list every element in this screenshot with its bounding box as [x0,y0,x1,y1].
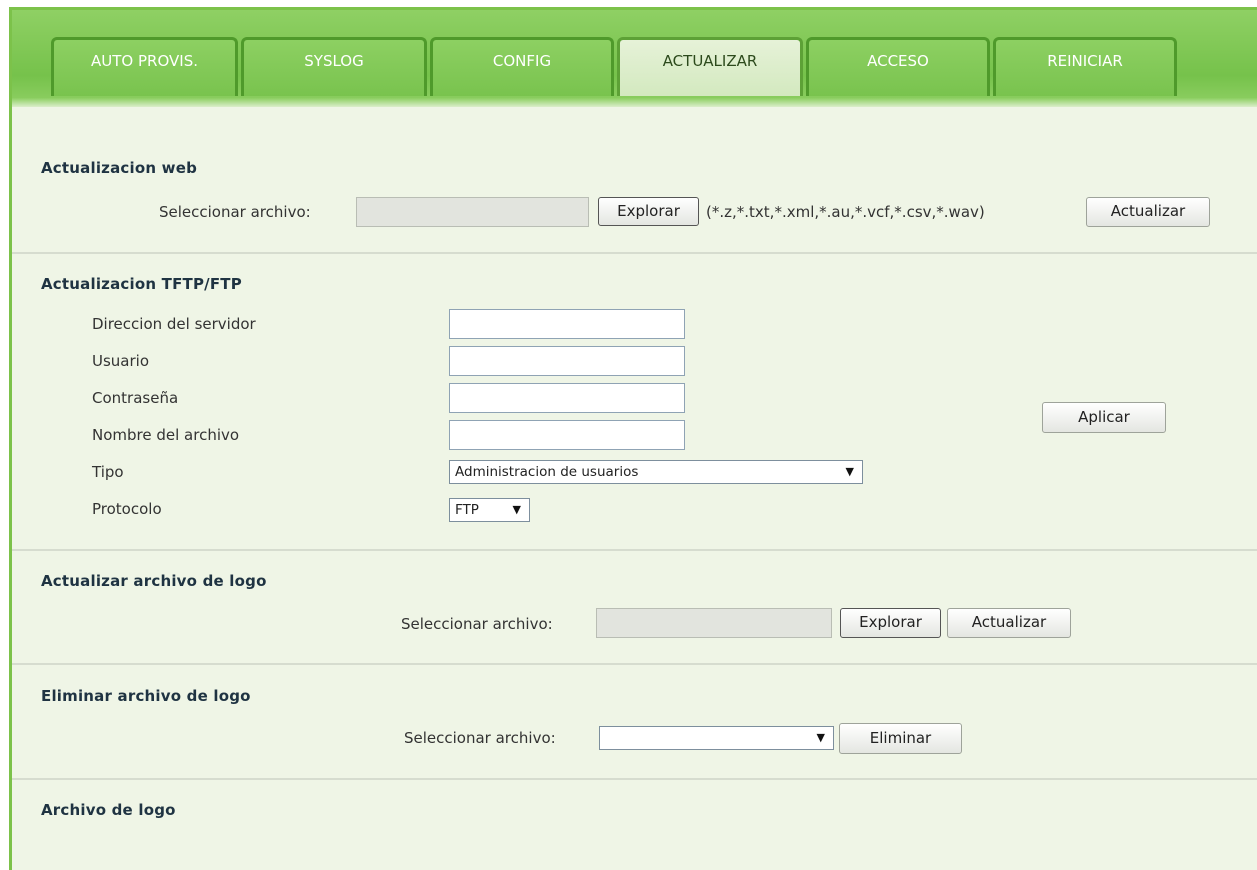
chevron-down-icon: ▼ [816,731,825,744]
logo-file-title: Archivo de logo [41,801,176,819]
web-extensions: (*.z,*.txt,*.xml,*.au,*.vcf,*.csv,*.wav) [706,203,985,221]
tab-config[interactable]: CONFIG [430,37,614,96]
web-file-input[interactable] [356,197,589,227]
web-update-button[interactable]: Actualizar [1086,197,1210,227]
password-input[interactable] [449,383,685,413]
user-input[interactable] [449,346,685,376]
divider [12,549,1257,551]
filename-label: Nombre del archivo [92,426,240,444]
logo-update-button[interactable]: Actualizar [947,608,1071,638]
tab-syslog[interactable]: SYSLOG [241,37,427,96]
user-label: Usuario [92,352,150,370]
divider [12,778,1257,780]
logo-delete-select[interactable]: ▼ [599,726,834,750]
tab-bar-shadow [12,98,1257,107]
logo-select-label: Seleccionar archivo: [401,615,553,633]
password-label: Contraseña [92,389,179,407]
tftp-title: Actualizacion TFTP/FTP [41,275,242,293]
web-select-label: Seleccionar archivo: [159,203,311,221]
apply-button[interactable]: Aplicar [1042,402,1166,433]
divider [12,252,1257,254]
type-select-value: Administracion de usuarios [455,464,639,480]
page-frame: AUTO PROVIS. SYSLOG CONFIG ACTUALIZAR AC… [9,7,1257,870]
logo-browse-button[interactable]: Explorar [840,608,941,638]
divider [12,663,1257,665]
delete-button[interactable]: Eliminar [839,723,962,754]
protocol-select[interactable]: FTP ▼ [449,498,530,522]
tab-reiniciar[interactable]: REINICIAR [993,37,1177,96]
logo-update-title: Actualizar archivo de logo [41,572,267,590]
tab-auto-provis[interactable]: AUTO PROVIS. [51,37,238,96]
protocol-label: Protocolo [92,500,162,518]
web-browse-button[interactable]: Explorar [598,197,699,226]
server-label: Direccion del servidor [92,315,256,333]
logo-delete-select-label: Seleccionar archivo: [404,729,556,747]
type-label: Tipo [92,463,124,481]
protocol-select-value: FTP [455,502,479,518]
tab-acceso[interactable]: ACCESO [806,37,990,96]
logo-delete-title: Eliminar archivo de logo [41,687,251,705]
chevron-down-icon: ▼ [845,465,854,478]
tab-actualizar[interactable]: ACTUALIZAR [617,37,803,96]
chevron-down-icon: ▼ [512,503,521,516]
web-update-title: Actualizacion web [41,159,198,177]
filename-input[interactable] [449,420,685,450]
server-input[interactable] [449,309,685,339]
logo-file-input[interactable] [596,608,832,638]
type-select[interactable]: Administracion de usuarios ▼ [449,460,863,484]
